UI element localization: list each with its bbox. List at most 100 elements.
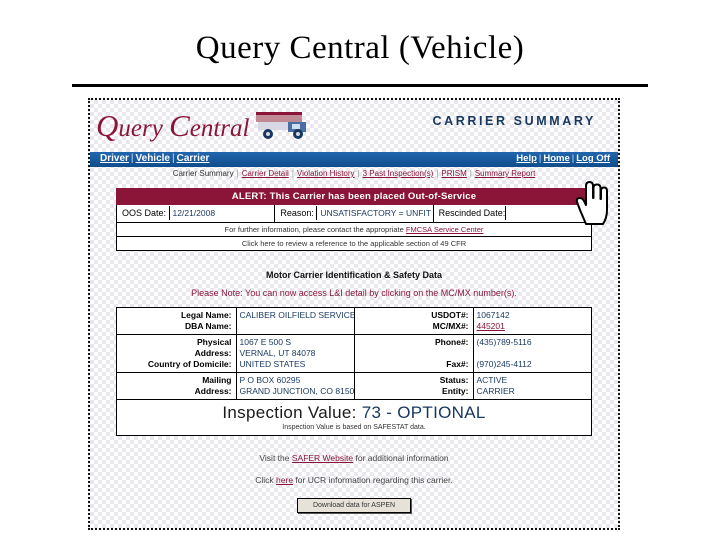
out-of-service-alert: ALERT: This Carrier has been placed Out-… (116, 181, 608, 251)
subnav-separator-3: | (357, 169, 360, 178)
inspection-value-subtitle: Inspection Value is based on SAFESTAT da… (282, 424, 426, 431)
query-central-logo: Query Central (96, 104, 256, 148)
mcmx-label-text: MC/MX#: (432, 321, 469, 331)
oos-reason-cell: Reason: UNSATISFACTORY = UNFIT (275, 205, 434, 222)
mailing-address-line1: P O BOX 60295 (239, 375, 301, 385)
inspection-value-panel: Inspection Value: 73 - OPTIONAL Inspecti… (116, 400, 592, 436)
status-entity-value: ACTIVE CARRIER (472, 373, 592, 399)
table-row: Legal Name: DBA Name: CALIBER OILFIELD S… (117, 308, 591, 335)
inspection-value-number: 73 - OPTIONAL (361, 403, 486, 422)
dba-name-text (240, 321, 352, 332)
footer-line2-post: for UCR information regarding this carri… (293, 475, 453, 485)
secondary-navbar: Carrier Summary | Carrier Detail | Violation… (90, 167, 618, 182)
usdot-label-text: USDOT#: (431, 310, 469, 320)
oos-rescinded-label: Rescinded Date: (438, 208, 506, 218)
footer-line1-post: for additional information (353, 453, 449, 463)
nav-item-home[interactable]: Home (543, 153, 569, 164)
physical-label-line2: Address: (194, 348, 232, 358)
alert-note-1-text: For further information, please contact … (224, 225, 406, 234)
table-row: Mailing Address: P O BOX 60295 GRAND JUN… (117, 373, 591, 399)
status-value-text: ACTIVE (476, 375, 508, 385)
subnav-item-carrier-detail[interactable]: Carrier Detail (242, 169, 289, 178)
phone-value-text: (435)789-5116 (476, 337, 532, 347)
oos-rescinded-value (505, 206, 513, 220)
footer-safer-line: Visit the SAFER Website for additional i… (90, 453, 618, 463)
presentation-slide: Query Central (Vehicle) Query Central CA… (0, 0, 720, 540)
subnav-separator-5: | (469, 169, 472, 178)
entity-value-text: CARRIER (476, 386, 515, 396)
inspection-value-line: Inspection Value: 73 - OPTIONAL (117, 403, 591, 423)
oos-reason-value: UNSATISFACTORY = UNFIT (316, 206, 433, 220)
fmcsa-service-center-link[interactable]: FMCSA Service Center (406, 225, 484, 234)
physical-address-line2: VERNAL, UT 84078 (239, 348, 316, 358)
legal-name-value: CALIBER OILFIELD SERVICE INC (235, 308, 355, 334)
phone-label-spacer (357, 348, 469, 359)
subnav-item-carrier-summary: Carrier Summary (172, 169, 234, 178)
usdot-mcmx-label: USDOT#: MC/MX#: (354, 308, 473, 334)
physical-label-line1: Physical (197, 337, 232, 347)
legal-name-label: Legal Name: DBA Name: (117, 308, 236, 334)
fax-value-text: (970)245-4112 (476, 359, 532, 369)
alert-note-cfr: Click here to review a reference to the … (116, 237, 592, 251)
mcmx-number-link[interactable]: 445201 (477, 321, 505, 331)
usdot-value-text: 1067142 (476, 310, 510, 320)
mailing-address-line2: GRAND JUNCTION, CO 81506 (239, 386, 355, 396)
oos-date-value: 12/21/2008 (168, 206, 219, 220)
primary-navbar: Driver | Vehicle | Carrier Help | Home | Log Off (90, 152, 618, 167)
physical-address-label: Physical Address: Country of Domicile: (117, 335, 236, 372)
legal-name-label-text: Legal Name: (180, 310, 232, 320)
phone-value-spacer (477, 348, 589, 359)
subnav-item-past-inspections[interactable]: 3 Past Inspection(s) (363, 169, 434, 178)
nav-item-driver[interactable]: Driver (100, 153, 129, 164)
mailing-address-value: P O BOX 60295 GRAND JUNCTION, CO 81506 (235, 373, 355, 399)
logo-uery: uery (118, 115, 163, 142)
nav-item-vehicle[interactable]: Vehicle (136, 153, 170, 164)
entity-label-text: Entity: (442, 386, 469, 396)
footer-line2-pre: Click (255, 475, 277, 485)
physical-address-line1: 1067 E 500 S (239, 337, 292, 347)
inspection-value-label: Inspection Value: (222, 403, 357, 422)
table-row: Physical Address: Country of Domicile: 1… (117, 335, 591, 373)
physical-address-value: 1067 E 500 S VERNAL, UT 84078 UNITED STA… (235, 335, 355, 372)
nav-separator-1: | (130, 153, 134, 164)
footer-ucr-line: Click here for UCR information regarding… (90, 475, 618, 485)
mailing-label-line2: Address: (194, 386, 232, 396)
subnav-item-summary-report[interactable]: Summary Report (475, 169, 535, 178)
page-title: Query Central (Vehicle) (195, 30, 525, 66)
status-entity-label: Status: Entity: (354, 373, 473, 399)
safer-website-link[interactable]: SAFER Website (292, 453, 353, 463)
nav-item-carrier[interactable]: Carrier (177, 153, 210, 164)
phone-fax-value: (435)789-5116 (970)245-4112 (472, 335, 592, 372)
download-aspen-button[interactable]: Download data for ASPEN (297, 498, 411, 513)
logo-c: C (169, 108, 190, 143)
logo-q: Q (96, 108, 119, 143)
nav-separator-2: | (171, 153, 175, 164)
page-heading: CARRIER SUMMARY (432, 114, 596, 128)
app-header: Query Central CARRIER SUMMARY (90, 100, 618, 152)
status-label-text: Status: (439, 375, 469, 385)
oos-reason-label: Reason: (280, 208, 314, 218)
truck-icon (256, 112, 306, 139)
logo-entral: entral (189, 115, 250, 142)
mailing-label-line1: Mailing (202, 375, 232, 385)
nav-item-log-off[interactable]: Log Off (576, 153, 610, 164)
legal-name-text: CALIBER OILFIELD SERVICE INC (239, 310, 355, 320)
subnav-item-violation-history[interactable]: Violation History (297, 169, 355, 178)
oos-date-label: OOS Date: (122, 208, 167, 218)
carrier-identification-table: Legal Name: DBA Name: CALIBER OILFIELD S… (116, 307, 592, 400)
cfr-reference-link[interactable]: Click here (242, 239, 275, 248)
alert-note-service-center: For further information, please contact … (116, 223, 592, 237)
usdot-mcmx-value: 1067142 445201 (472, 308, 592, 334)
oos-rescinded-cell: Rescinded Date: (434, 205, 591, 222)
country-value-text: UNITED STATES (239, 359, 306, 369)
fax-label-text: Fax#: (446, 359, 469, 369)
phone-fax-label: Phone#: Fax#: (354, 335, 473, 372)
ucr-information-link[interactable]: here (276, 475, 293, 485)
mailing-address-label: Mailing Address: (117, 373, 236, 399)
section-note: Please Note: You can now access L&I deta… (191, 288, 517, 298)
nav-item-help[interactable]: Help (516, 153, 537, 164)
country-label-text: Country of Domicile: (147, 359, 232, 369)
oos-date-cell: OOS Date: 12/21/2008 (117, 205, 276, 222)
subnav-item-prism[interactable]: PRISM (441, 169, 466, 178)
footer-line1-pre: Visit the (259, 453, 292, 463)
